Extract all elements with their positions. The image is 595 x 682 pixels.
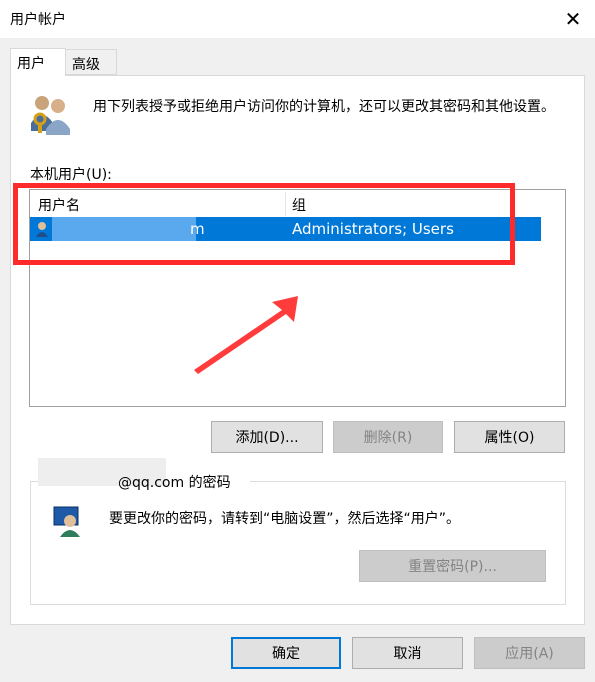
user-monitor-icon [53,506,80,537]
close-icon[interactable]: ✕ [560,6,586,32]
apply-button[interactable]: 应用(A) [474,637,585,669]
password-group [30,481,566,605]
reset-password-button[interactable]: 重置密码(P)... [359,550,546,582]
tab-users[interactable]: 用户 [10,48,66,76]
cancel-button[interactable]: 取消 [352,637,463,669]
tab-advanced[interactable]: 高级 [65,49,117,75]
properties-button[interactable]: 属性(O) [454,421,565,453]
window-title: 用户帐户 [10,12,66,28]
remove-user-button[interactable]: 删除(R) [333,421,443,453]
title-bar [0,0,595,38]
local-users-label: 本机用户(U): [30,167,112,183]
annotation-arrow-icon [194,296,298,374]
add-user-button[interactable]: 添加(D)... [211,421,323,453]
password-description: 要更改你的密码，请转到“电脑设置”，然后选择“用户”。 [109,511,461,527]
annotation-highlight-box [13,183,515,265]
description-text: 用下列表授予或拒绝用户访问你的计算机，还可以更改其密码和其他设置。 [93,99,555,115]
users-key-icon [31,96,70,135]
password-group-title: @qq.com 的密码 [118,475,231,491]
ok-button[interactable]: 确定 [231,637,341,669]
